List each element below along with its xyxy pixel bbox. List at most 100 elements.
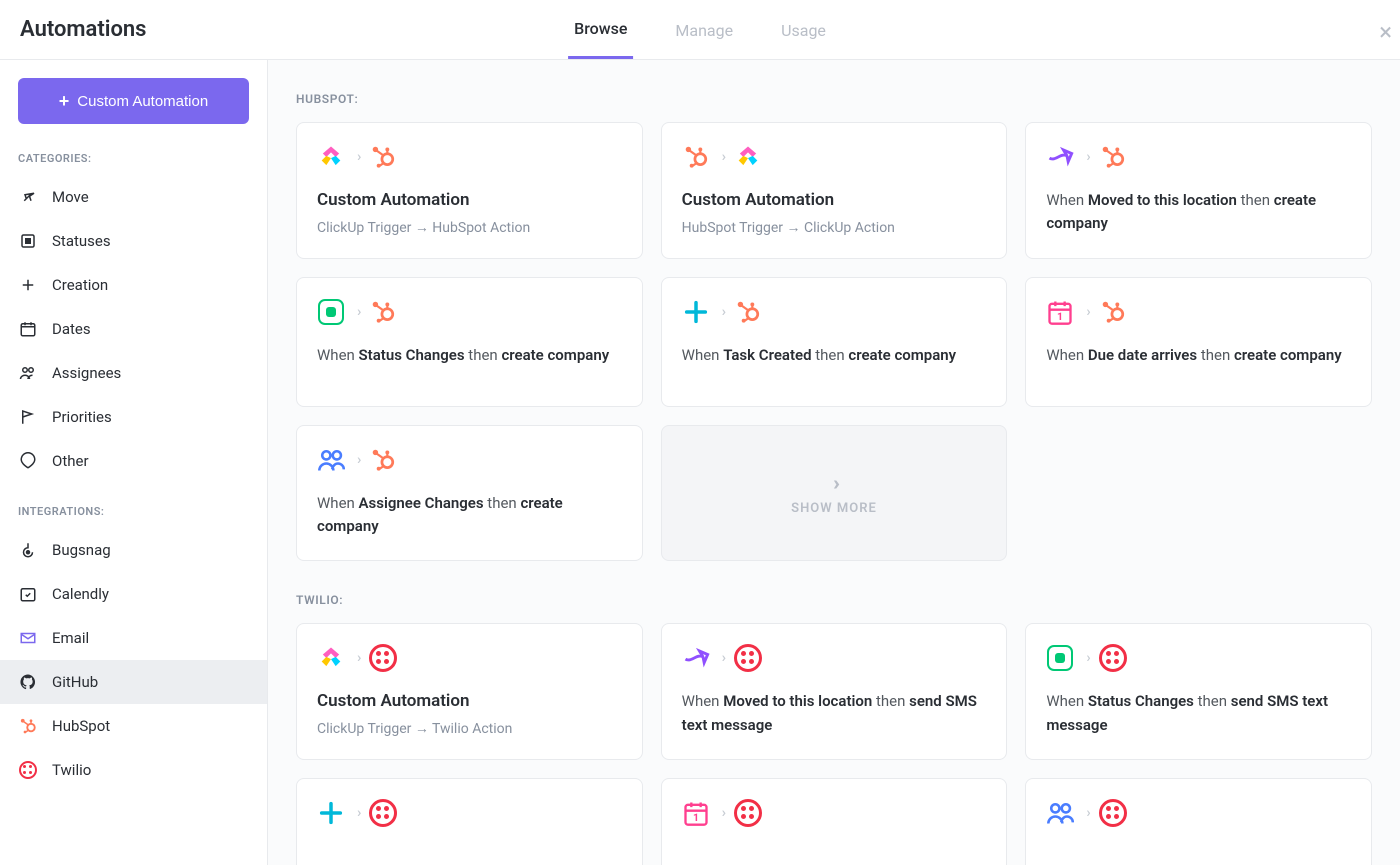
card-icons: ›› xyxy=(317,644,622,672)
card-subtitle: ClickUp Trigger → HubSpot Action xyxy=(317,219,622,236)
sidebar-item-label: Assignees xyxy=(52,364,121,382)
hubspot-icon xyxy=(734,298,762,326)
automation-card[interactable]: ››When Moved to this location then send … xyxy=(661,623,1008,760)
card-description: When Task Created then create company xyxy=(682,344,987,367)
sidebar-item-github[interactable]: GitHub xyxy=(0,660,267,704)
sidebar-item-dates[interactable]: Dates xyxy=(0,307,267,351)
automation-card[interactable]: ›› When Status Changes then send SMS text… xyxy=(1025,623,1372,760)
page-title: Automations xyxy=(20,17,147,42)
sidebar-item-label: Move xyxy=(52,188,89,206)
twilio-icon xyxy=(1099,644,1127,672)
calendly-icon xyxy=(18,584,38,604)
card-description: When Status Changes then create company xyxy=(317,344,622,367)
card-mid: then xyxy=(812,346,849,364)
card-trigger: Status Changes xyxy=(1088,692,1194,710)
card-trigger: Moved to this location xyxy=(723,692,872,710)
sidebar-item-statuses[interactable]: Statuses xyxy=(0,219,267,263)
automation-card[interactable]: ›› xyxy=(296,778,643,865)
card-icons: ›› xyxy=(682,298,987,326)
automation-card[interactable]: ›› When Task Created then create company xyxy=(661,277,1008,407)
twilio-icon xyxy=(734,799,762,827)
automation-card[interactable]: ››Custom AutomationClickUp Trigger → Hub… xyxy=(296,122,643,259)
bugsnag-icon xyxy=(18,540,38,560)
sidebar-item-label: Bugsnag xyxy=(52,541,111,559)
tabs: Browse Manage Usage xyxy=(568,0,832,60)
hubspot-grid: ›› Custom Automation ClickUp Trigger → Hub… xyxy=(296,122,1372,561)
card-trigger: Task Created xyxy=(723,346,811,364)
card-action: create company xyxy=(501,346,609,364)
automation-card[interactable]: 1››When Due date arrives then create com… xyxy=(1025,277,1372,407)
sidebar-item-move[interactable]: Move xyxy=(0,175,267,219)
card-trigger: Status Changes xyxy=(359,346,465,364)
sidebar-item-assignees[interactable]: Assignees xyxy=(0,351,267,395)
sidebar-item-email[interactable]: Email xyxy=(0,616,267,660)
email-icon xyxy=(18,628,38,648)
due-icon: 1 xyxy=(682,799,710,827)
card-action: create company xyxy=(1234,346,1342,364)
card-subtitle: HubSpot Trigger → ClickUp Action xyxy=(682,219,987,236)
card-pre: When xyxy=(1046,191,1088,209)
twilio-icon xyxy=(1099,799,1127,827)
automation-card[interactable]: ››When Assignee Changes then create comp… xyxy=(296,425,643,562)
twilio-icon xyxy=(18,760,38,780)
section-heading-twilio: TWILIO: xyxy=(296,593,1372,607)
dates-icon xyxy=(18,319,38,339)
sidebar-item-priorities[interactable]: Priorities xyxy=(0,395,267,439)
automation-card[interactable]: 1›› xyxy=(661,778,1008,865)
automation-card[interactable]: ›› xyxy=(1025,778,1372,865)
automation-card[interactable]: ››When Status Changes then create compan… xyxy=(296,277,643,407)
section-heading-hubspot: HUBSPOT: xyxy=(296,92,1372,106)
statuses-icon xyxy=(18,231,38,251)
sidebar-item-label: GitHub xyxy=(52,673,98,691)
assignee-icon xyxy=(1046,799,1074,827)
sidebar-item-label: Priorities xyxy=(52,408,112,426)
tab-browse[interactable]: Browse xyxy=(568,1,633,59)
automation-card[interactable]: ››Custom AutomationClickUp Trigger → Twi… xyxy=(296,623,643,760)
show-more-button[interactable]: ››SHOW MORE xyxy=(661,425,1008,562)
card-icons: ›› xyxy=(682,143,987,171)
status-icon xyxy=(317,298,345,326)
tab-usage[interactable]: Usage xyxy=(775,3,832,58)
sidebar-item-other[interactable]: Other xyxy=(0,439,267,483)
card-description: When Due date arrives then create compan… xyxy=(1046,344,1351,367)
sidebar-item-creation[interactable]: Creation xyxy=(0,263,267,307)
assignee-icon xyxy=(317,446,345,474)
custom-automation-label: Custom Automation xyxy=(77,93,208,110)
hubspot-icon xyxy=(369,298,397,326)
assignees-icon xyxy=(18,363,38,383)
hubspot-icon xyxy=(1099,298,1127,326)
sidebar-item-bugsnag[interactable]: Bugsnag xyxy=(0,528,267,572)
card-description: When Status Changes then send SMS text m… xyxy=(1046,690,1351,737)
due-icon: 1 xyxy=(1046,298,1074,326)
svg-text:1: 1 xyxy=(693,811,699,824)
card-icons: 1›› xyxy=(682,799,987,827)
tab-manage[interactable]: Manage xyxy=(669,3,739,58)
automation-card[interactable]: ›› Custom Automation HubSpot Trigger → Cli… xyxy=(661,122,1008,259)
hubspot-icon xyxy=(369,446,397,474)
custom-automation-button[interactable]: + Custom Automation xyxy=(18,78,249,124)
card-title: Custom Automation xyxy=(682,189,987,213)
moved-icon xyxy=(682,644,710,672)
move-icon xyxy=(18,187,38,207)
plus-icon: + xyxy=(59,92,70,110)
sidebar-item-twilio[interactable]: Twilio xyxy=(0,748,267,792)
card-icons: ›› xyxy=(1046,644,1351,672)
sidebar-item-hubspot[interactable]: HubSpot xyxy=(0,704,267,748)
priorities-icon xyxy=(18,407,38,427)
main-content: HUBSPOT: ››Custom AutomationClickUp Trig… xyxy=(268,60,1400,865)
categories-heading: CATEGORIES: xyxy=(0,144,267,175)
status-icon xyxy=(1046,644,1074,672)
moved-icon xyxy=(1046,143,1074,171)
chevron-right-icon: ›› xyxy=(833,471,835,495)
hubspot-icon xyxy=(369,143,397,171)
close-icon[interactable]: × xyxy=(1379,18,1392,46)
automation-card[interactable]: ››When Moved to this location then creat… xyxy=(1025,122,1372,259)
card-icons: ›› xyxy=(1046,143,1351,171)
card-icons: ›› xyxy=(682,644,987,672)
card-mid: then xyxy=(872,692,909,710)
card-subtitle: ClickUp Trigger → Twilio Action xyxy=(317,720,622,737)
created-icon xyxy=(682,298,710,326)
sidebar-item-calendly[interactable]: Calendly xyxy=(0,572,267,616)
card-icons: ›› xyxy=(317,799,622,827)
card-pre: When xyxy=(682,692,724,710)
